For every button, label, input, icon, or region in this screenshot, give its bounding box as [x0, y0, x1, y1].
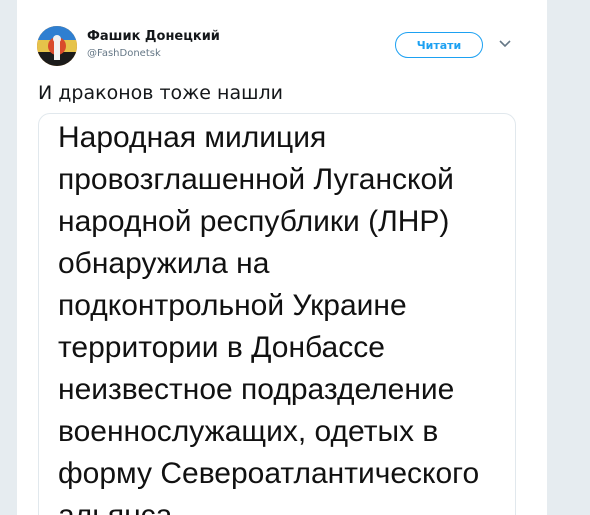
media-text-line: подконтрольной Украине [58, 289, 407, 322]
tweet-text: И драконов тоже нашли [38, 82, 283, 104]
user-handle[interactable]: @FashDonetsk [87, 48, 161, 59]
media-text-line: обнаружила на [58, 247, 270, 280]
media-text-block: Народная милиция провозглашенной Луганск… [58, 117, 479, 515]
media-text-line: территории в Донбассе [58, 331, 385, 364]
media-text-line: народной республики (ЛНР) [58, 205, 450, 238]
avatar-image [37, 26, 77, 66]
tweet-media-image[interactable]: Народная милиция провозглашенной Луганск… [38, 113, 516, 515]
media-text-line: форму Североатлантического [58, 457, 480, 490]
user-name[interactable]: Фашик Донецкий [87, 29, 220, 44]
avatar[interactable] [37, 26, 77, 66]
more-options-button[interactable] [497, 36, 513, 52]
media-text-line: Народная милиция [58, 121, 327, 154]
media-text-line: военнослужащих, одетых в [58, 415, 439, 448]
media-text-line: неизвестное подразделение [58, 373, 455, 406]
follow-button[interactable]: Читати [395, 32, 483, 58]
media-text-line: альянса [58, 495, 479, 515]
chevron-down-icon [499, 40, 511, 48]
media-text-line: провозглашенной Луганской [58, 163, 454, 196]
tweet-card: Фашик Донецкий @FashDonetsk Читати И дра… [17, 0, 547, 515]
